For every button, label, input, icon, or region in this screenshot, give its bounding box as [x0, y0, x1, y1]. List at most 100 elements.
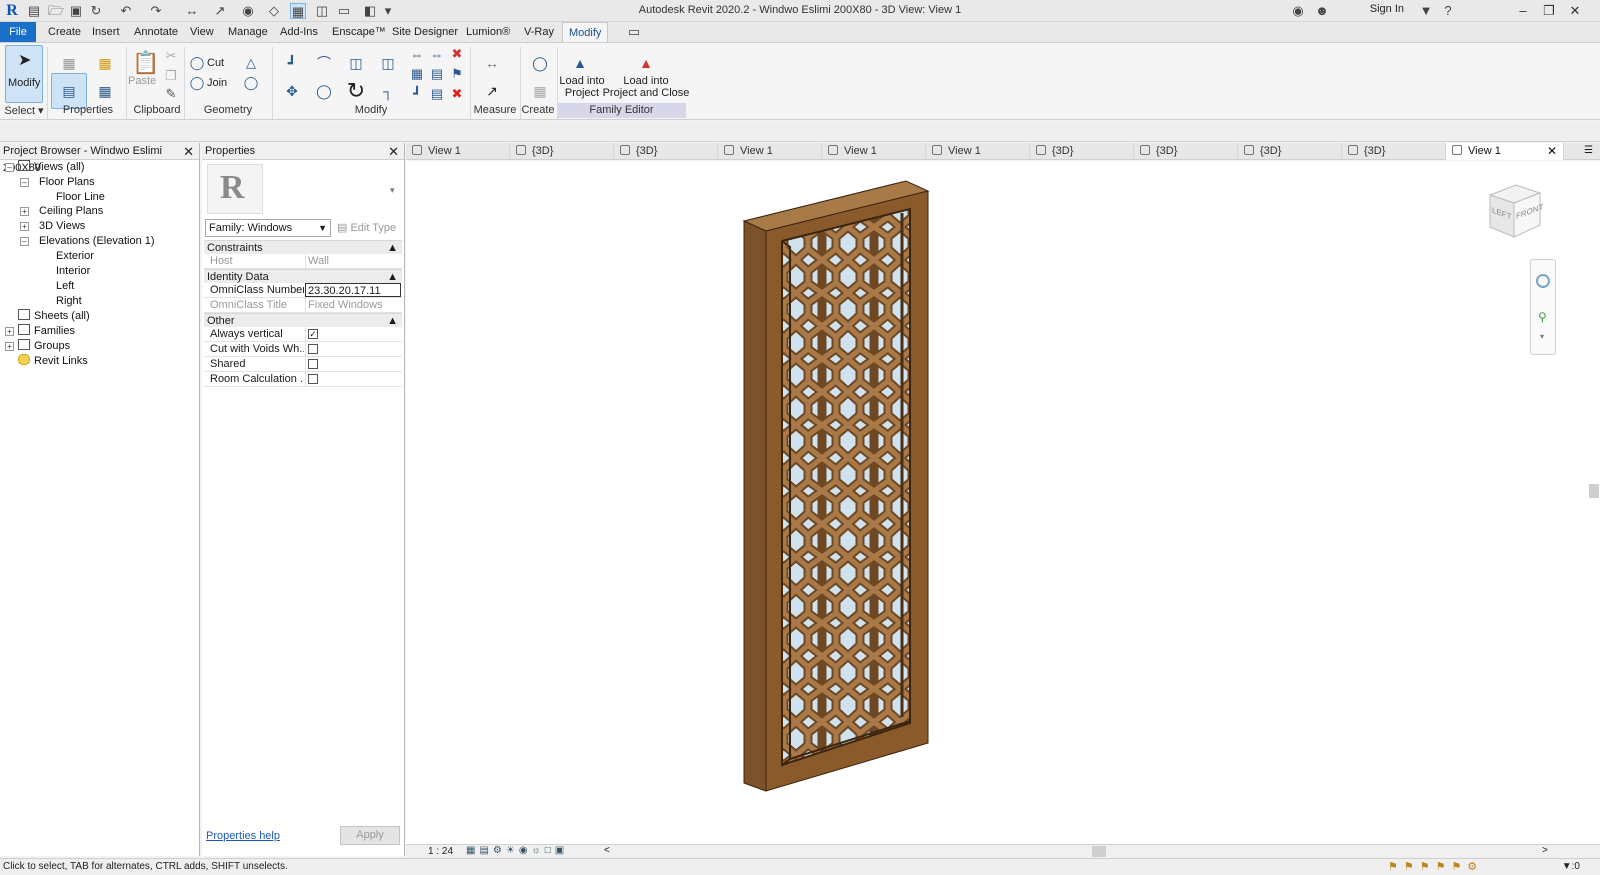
join-geometry-icon[interactable]: ◯ [188, 74, 206, 92]
tab-insert[interactable]: Insert [86, 22, 126, 42]
cut-label[interactable]: Cut [207, 57, 224, 69]
scroll-right-icon[interactable]: > [1542, 845, 1548, 856]
load-into-project-close-label[interactable]: Load into Project and Close [602, 75, 690, 99]
binoculars-icon[interactable]: ◉ [1290, 3, 1306, 19]
horizontal-scrollbar[interactable] [1092, 846, 1106, 857]
text-icon[interactable]: ◇ [266, 3, 282, 19]
type-preview[interactable]: R [207, 164, 263, 214]
split-icon[interactable]: ⇔ [408, 45, 426, 63]
panel-select-label[interactable]: Select ▾ [4, 104, 44, 117]
tab-annotate[interactable]: Annotate [128, 22, 184, 42]
cart-icon[interactable]: ▼ [1418, 3, 1434, 19]
modify-button[interactable]: ➤ Modify [5, 45, 43, 103]
unpin-icon[interactable]: ✖ [448, 45, 466, 63]
chevron-down-icon[interactable]: ▾ [1540, 332, 1544, 341]
vertical-scrollbar[interactable] [1589, 484, 1599, 498]
tab-view-1[interactable]: View 1 [822, 143, 926, 160]
tab-view-1-active[interactable]: View 1 ✕ [1446, 143, 1564, 160]
split-gap-icon[interactable]: ⇔ [428, 45, 446, 63]
type-selector[interactable]: Family: Windows ▼ [205, 219, 331, 237]
shared-checkbox[interactable] [308, 359, 318, 369]
tab-3d[interactable]: {3D} [1342, 143, 1446, 160]
pin-icon[interactable]: ⚑ [448, 65, 466, 83]
tree-item-floor-line[interactable]: Floor Line [56, 190, 105, 205]
zoom-icon[interactable]: ⚲ [1538, 310, 1547, 324]
customize-qat-icon[interactable]: ▾ [380, 3, 396, 19]
redo-icon[interactable]: ↷ [148, 3, 164, 19]
room-calculation-checkbox[interactable] [308, 374, 318, 384]
trim-single-icon[interactable]: ┛ [408, 85, 426, 103]
tag-icon[interactable]: ◉ [240, 3, 256, 19]
collapse-icon[interactable]: – [20, 178, 29, 187]
cut-with-voids-checkbox[interactable] [308, 344, 318, 354]
chevron-down-icon[interactable]: ▾ [390, 185, 395, 196]
undo-icon[interactable]: ↶ [118, 3, 134, 19]
section-constraints[interactable]: Constraints ▲ [204, 240, 402, 254]
expand-icon[interactable]: + [20, 207, 29, 216]
sign-in-link[interactable]: Sign In [1370, 3, 1404, 15]
help-icon[interactable]: ? [1440, 3, 1456, 19]
steering-wheel-icon[interactable] [1536, 274, 1550, 288]
delete-icon[interactable]: ✖ [448, 85, 466, 103]
open-icon[interactable]: ▤ [26, 3, 42, 19]
copy-icon[interactable]: ❐ [162, 67, 180, 85]
tab-view-1[interactable]: View 1 [926, 143, 1030, 160]
tab-3d[interactable]: {3D} [1030, 143, 1134, 160]
tab-site-designer[interactable]: Site Designer [386, 22, 464, 42]
tab-3d[interactable]: {3D} [1134, 143, 1238, 160]
save-icon[interactable]: ▣ [68, 3, 84, 19]
section-icon[interactable]: ◫ [314, 3, 330, 19]
tree-item-ceiling-plans[interactable]: Ceiling Plans [39, 204, 103, 219]
tree-item-sheets[interactable]: Sheets (all) [18, 309, 90, 324]
collapse-icon[interactable]: – [5, 163, 14, 172]
always-vertical-checkbox[interactable]: ✓ [308, 329, 318, 339]
edit-type-button[interactable]: ▤ Edit Type [337, 221, 396, 234]
tab-modify[interactable]: Modify [562, 22, 609, 42]
tree-item-right[interactable]: Right [56, 294, 82, 309]
filter-count[interactable]: ▼:0 [1562, 861, 1580, 872]
tab-view[interactable]: View [184, 22, 220, 42]
cut-geometry-icon[interactable]: ◯ [188, 54, 206, 72]
close-icon[interactable]: ✕ [183, 143, 194, 160]
cut-clip-icon[interactable]: ✂ [162, 47, 180, 65]
tab-lumion[interactable]: Lumion® [460, 22, 516, 42]
tab-3d[interactable]: {3D} [614, 143, 718, 160]
tree-item-families[interactable]: Families [18, 324, 75, 339]
selection-filter-icons[interactable]: ⚑⚑⚑⚑⚑⚙ [1388, 860, 1483, 873]
tree-item-elevations[interactable]: Elevations (Elevation 1) [39, 234, 155, 249]
thin-lines-icon[interactable]: ▭ [336, 3, 352, 19]
tree-item-interior[interactable]: Interior [56, 264, 90, 279]
view-control-icons[interactable]: ▦▤⚙☀◉☼□▣ [466, 845, 568, 856]
array-icon[interactable]: ▦ [408, 65, 426, 83]
tree-item-floor-plans[interactable]: Floor Plans [39, 175, 95, 190]
minimize-button[interactable]: – [1512, 2, 1534, 20]
paste-label[interactable]: Paste [128, 75, 156, 87]
tab-3d[interactable]: {3D} [510, 143, 614, 160]
section-identity-data[interactable]: Identity Data ▲ [204, 269, 402, 283]
omniclass-number-field[interactable]: 23.30.20.17.11 [305, 283, 401, 297]
sync-icon[interactable]: ↻ [88, 3, 104, 19]
close-window-button[interactable]: ✕ [1564, 2, 1586, 20]
prop-row-omniclass-number[interactable]: OmniClass Number 23.30.20.17.11 [204, 283, 402, 298]
tab-3d[interactable]: {3D} [1238, 143, 1342, 160]
tab-manage[interactable]: Manage [222, 22, 274, 42]
tree-item-3d-views[interactable]: 3D Views [39, 219, 85, 234]
window-family-3d-model[interactable] [406, 161, 1600, 844]
tab-view-1[interactable]: View 1 [718, 143, 822, 160]
tree-item-views-all[interactable]: Views (all) [18, 160, 85, 175]
viewcube[interactable]: LEFT FRONT [1484, 181, 1544, 241]
expand-icon[interactable]: + [20, 222, 29, 231]
match-properties-icon[interactable]: ✎ [162, 85, 180, 103]
drawing-canvas[interactable]: LEFT FRONT ⚲ ▾ [406, 161, 1600, 844]
expand-icon[interactable]: + [5, 342, 14, 351]
tab-vray[interactable]: V-Ray [518, 22, 560, 42]
trim-multiple-icon[interactable]: ▤ [428, 85, 446, 103]
properties-help-link[interactable]: Properties help [206, 830, 280, 842]
restore-button[interactable]: ❐ [1538, 2, 1560, 20]
split-face-icon[interactable]: ◯ [242, 74, 260, 92]
section-other[interactable]: Other ▲ [204, 313, 402, 327]
collapse-icon[interactable]: – [20, 237, 29, 246]
tree-item-groups[interactable]: Groups [18, 339, 70, 354]
tab-file[interactable]: File [0, 22, 36, 42]
tab-create[interactable]: Create [42, 22, 87, 42]
